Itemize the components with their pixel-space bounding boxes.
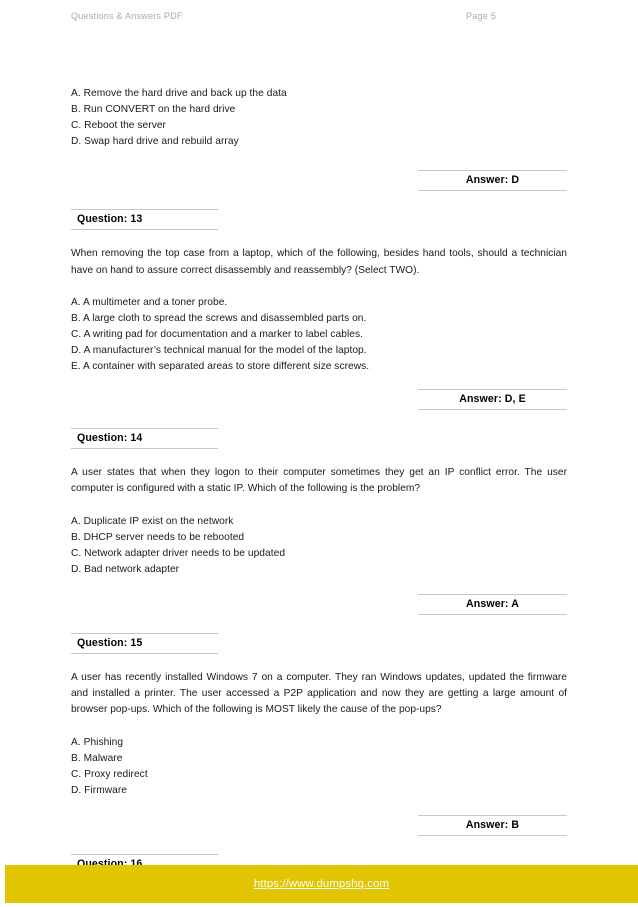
previous-question-options: A. Remove the hard drive and back up the…: [71, 86, 567, 150]
option-item: A. Duplicate IP exist on the network: [71, 515, 234, 527]
question-text: A user has recently installed Windows 7 …: [71, 672, 567, 716]
question-header: Question: 14: [71, 428, 218, 450]
option-item: C. Proxy redirect: [71, 768, 148, 780]
option-item: D. Firmware: [71, 784, 128, 796]
option-item: A. Phishing: [71, 736, 124, 748]
answer-label: Answer: B: [418, 815, 567, 837]
option-item: A. Remove the hard drive and back up the…: [71, 88, 287, 99]
answer-label: Answer: A: [418, 594, 567, 616]
document-page: Questions & Answers PDF Page 5 A. Remove…: [0, 0, 638, 904]
option-item: B. DHCP server needs to be rebooted: [71, 531, 245, 543]
option-item: A. A multimeter and a toner probe.: [71, 296, 228, 308]
question-header: Question: 15: [71, 633, 218, 655]
question-options: A. Phishing B. Malware C. Proxy redirect…: [71, 735, 567, 799]
option-item: C. Network adapter driver needs to be up…: [71, 547, 286, 559]
footer-bar: https://www.dumpshq.com: [5, 865, 638, 903]
answer-label: Answer: D, E: [418, 389, 567, 411]
question-text: A user states that when they logon to th…: [71, 467, 567, 495]
document-content: A. Remove the hard drive and back up the…: [71, 86, 567, 907]
question-text: When removing the top case from a laptop…: [71, 248, 567, 276]
page-number: Page 5: [465, 11, 496, 21]
page-header: Questions & Answers PDF Page 5: [71, 11, 567, 27]
option-item: B. Run CONVERT on the hard drive: [71, 104, 236, 116]
answer-row: Answer: D: [71, 170, 567, 192]
answer-row: Answer: B: [71, 815, 567, 837]
option-item: D. Swap hard drive and rebuild array: [71, 136, 239, 148]
answer-row: Answer: A: [71, 594, 567, 616]
question-options: A. A multimeter and a toner probe. B. A …: [71, 295, 567, 375]
option-item: E. A container with separated areas to s…: [71, 361, 370, 373]
answer-label: Answer: D: [418, 170, 567, 192]
answer-row: Answer: D, E: [71, 389, 567, 411]
header-title: Questions & Answers PDF: [71, 11, 183, 21]
option-item: D. A manufacturer’s technical manual for…: [71, 345, 367, 357]
footer-url-link[interactable]: https://www.dumpshq.com: [254, 878, 389, 890]
question-header: Question: 13: [71, 209, 218, 231]
option-item: D. Bad network adapter: [71, 563, 180, 575]
option-item: C. A writing pad for documentation and a…: [71, 328, 364, 340]
option-item: B. Malware: [71, 752, 123, 764]
option-item: C. Reboot the server: [71, 120, 166, 132]
option-item: B. A large cloth to spread the screws an…: [71, 312, 367, 324]
question-options: A. Duplicate IP exist on the network B. …: [71, 514, 567, 578]
